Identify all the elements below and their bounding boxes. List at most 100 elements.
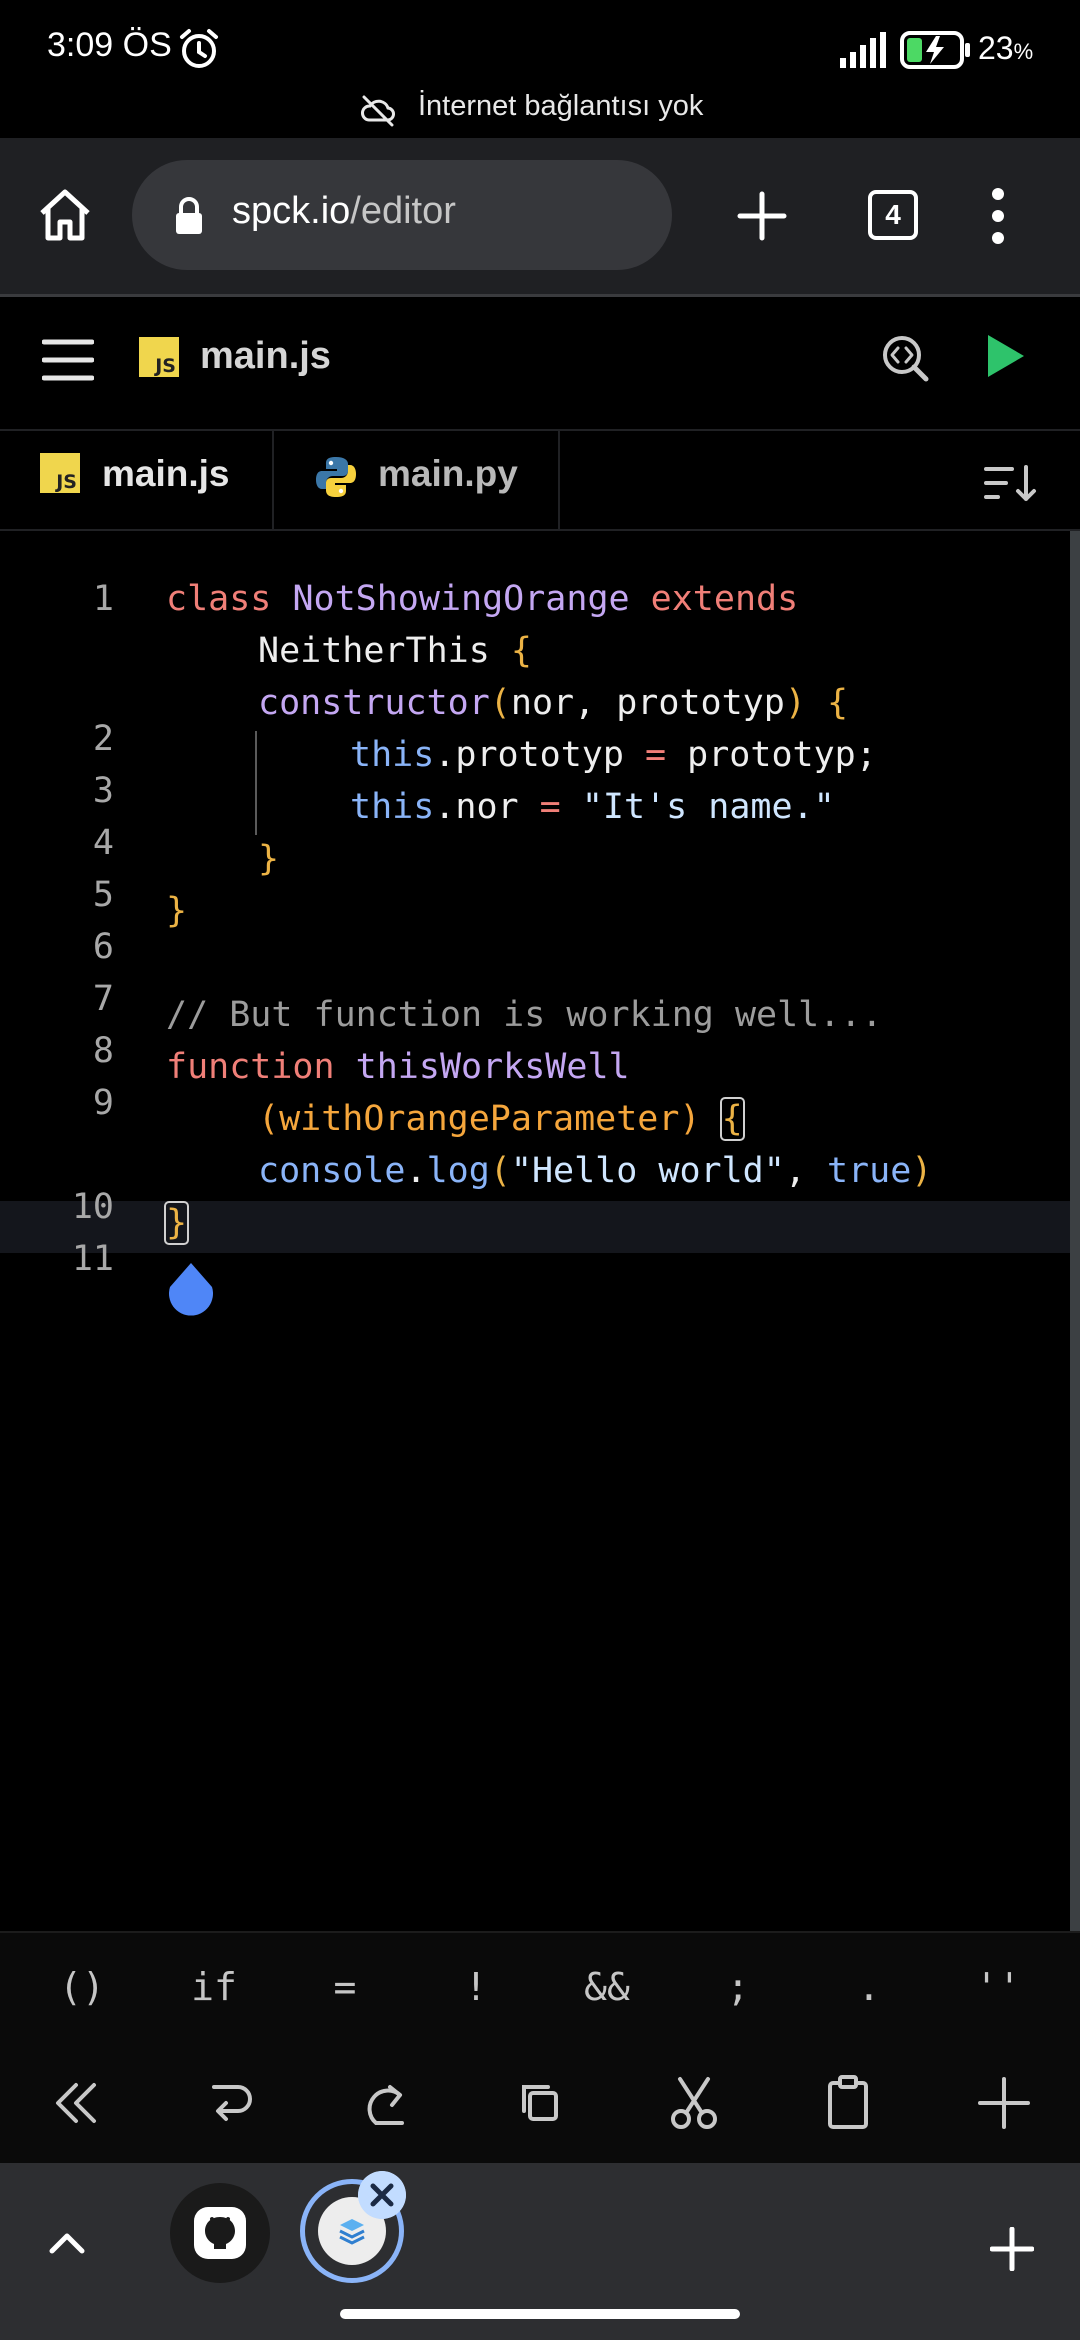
- line-number: 11: [71, 1239, 114, 1279]
- undo-icon[interactable]: [200, 2073, 260, 2133]
- code-token: .nor: [434, 787, 540, 827]
- code-line: // But function is working well...: [166, 995, 882, 1035]
- file-tabs: JS main.js main.py: [0, 429, 1080, 531]
- line-number: 2: [92, 719, 114, 759]
- key-and[interactable]: &&: [557, 1965, 657, 2009]
- tab-switcher-button[interactable]: 4: [868, 190, 918, 240]
- copy-icon[interactable]: [510, 2073, 570, 2133]
- code-token: "It's name.": [581, 787, 835, 827]
- js-file-icon: JS: [139, 337, 179, 377]
- extra-keys-row: () if = ! && ; . '': [0, 1931, 1080, 2051]
- lock-icon: [176, 197, 202, 234]
- line-number: 3: [92, 771, 114, 811]
- code-token: constructor: [258, 683, 490, 723]
- tab-label: main.py: [378, 453, 518, 494]
- line-number: 4: [92, 823, 114, 863]
- key-quotes[interactable]: '': [948, 1965, 1048, 2009]
- code-token: =: [645, 735, 667, 775]
- double-chevron-left-icon[interactable]: [46, 2073, 106, 2133]
- cloud-off-icon: [361, 95, 395, 127]
- tab-main-js[interactable]: JS main.js: [0, 431, 274, 531]
- code-token: this: [350, 735, 435, 775]
- signal-icon: [840, 32, 886, 68]
- code-line: console.log("Hello world", true): [258, 1151, 932, 1191]
- key-if[interactable]: if: [164, 1965, 264, 2009]
- offline-text: İnternet bağlantısı yok: [418, 90, 704, 122]
- code-token: // But function is working well...: [166, 995, 883, 1035]
- code-token: ): [911, 1151, 933, 1191]
- code-line: }: [163, 1201, 190, 1245]
- code-token: .prototyp: [434, 735, 646, 775]
- key-semicolon[interactable]: ;: [688, 1965, 788, 2009]
- code-token: prototyp;: [666, 735, 877, 775]
- address-bar[interactable]: spck.io/editor: [132, 160, 672, 270]
- code-line: NeitherThis {: [258, 631, 532, 671]
- alarm-icon: [180, 29, 218, 68]
- code-line: }: [258, 839, 279, 879]
- js-file-icon: JS: [40, 453, 80, 493]
- code-editor[interactable]: 1 2 3 4 5 6 7 8 9 10 11 class NotShowing…: [0, 531, 1080, 1931]
- code-line: constructor(nor, prototyp) {: [258, 683, 848, 723]
- code-token: NotShowingOrange: [292, 579, 630, 619]
- cursor-handle-icon[interactable]: [166, 1261, 216, 1321]
- new-tab-icon[interactable]: [734, 188, 790, 244]
- code-token: class: [166, 579, 293, 619]
- chevron-up-icon[interactable]: [42, 2223, 92, 2263]
- close-icon[interactable]: [358, 2171, 406, 2219]
- code-token: .: [405, 1151, 427, 1191]
- code-token: thisWorksWell: [355, 1047, 630, 1087]
- browser-toolbar: spck.io/editor 4: [0, 138, 1080, 294]
- code-token: "Hello world": [510, 1151, 785, 1191]
- code-token: ,: [784, 1151, 827, 1191]
- code-token: {: [719, 1097, 745, 1141]
- url-text: spck.io/editor: [232, 190, 456, 232]
- code-token: (: [489, 1151, 511, 1191]
- code-token: function: [166, 1047, 356, 1087]
- tab-main-py[interactable]: main.py: [274, 431, 560, 531]
- current-line-highlight: [0, 1201, 1070, 1253]
- key-parens[interactable]: (): [32, 1965, 132, 2009]
- code-line: this.nor = "It's name.": [350, 787, 835, 827]
- github-app-icon[interactable]: [170, 2183, 270, 2283]
- redo-icon[interactable]: [354, 2073, 414, 2133]
- preview-icon[interactable]: [880, 333, 930, 383]
- code-token: {: [826, 683, 849, 723]
- editor-scrollbar[interactable]: [1070, 531, 1080, 1931]
- code-token: console: [258, 1151, 406, 1191]
- tab-label: main.js: [102, 453, 230, 494]
- offline-banner: İnternet bağlantısı yok: [0, 84, 1080, 138]
- code-token: =: [539, 787, 561, 827]
- key-not[interactable]: !: [426, 1965, 526, 2009]
- key-equals[interactable]: =: [295, 1965, 395, 2009]
- paste-icon[interactable]: [818, 2073, 878, 2133]
- code-token: }: [163, 1201, 190, 1245]
- indent-guide: [255, 731, 257, 835]
- more-vert-icon[interactable]: [990, 186, 1006, 246]
- bottom-app-bar: [0, 2163, 1080, 2340]
- play-icon[interactable]: [986, 333, 1026, 379]
- battery-percent: 23%: [978, 30, 1034, 66]
- add-icon[interactable]: [990, 2227, 1034, 2271]
- line-number: 6: [92, 927, 114, 967]
- code-line: function thisWorksWell: [166, 1047, 630, 1087]
- code-token: log: [426, 1151, 490, 1191]
- line-number: 5: [92, 875, 114, 915]
- code-token: true: [826, 1151, 912, 1191]
- code-token: ): [784, 683, 806, 723]
- code-token: (withOrangeParameter): [258, 1099, 701, 1139]
- add-icon[interactable]: [974, 2073, 1034, 2133]
- battery-charging-icon: [900, 31, 970, 69]
- key-dot[interactable]: .: [819, 1965, 919, 2009]
- code-token: {: [510, 631, 532, 671]
- status-bar: 3:09 ÖS 23%: [0, 0, 1080, 96]
- home-icon[interactable]: [36, 186, 94, 244]
- cut-icon[interactable]: [664, 2073, 724, 2133]
- github-icon: [194, 2207, 246, 2259]
- editor-toolbar: [0, 2051, 1080, 2163]
- app-header: JS main.js: [0, 297, 1080, 429]
- line-number: 9: [92, 1083, 114, 1123]
- sort-icon[interactable]: [984, 461, 1040, 505]
- hamburger-menu-icon[interactable]: [42, 337, 94, 383]
